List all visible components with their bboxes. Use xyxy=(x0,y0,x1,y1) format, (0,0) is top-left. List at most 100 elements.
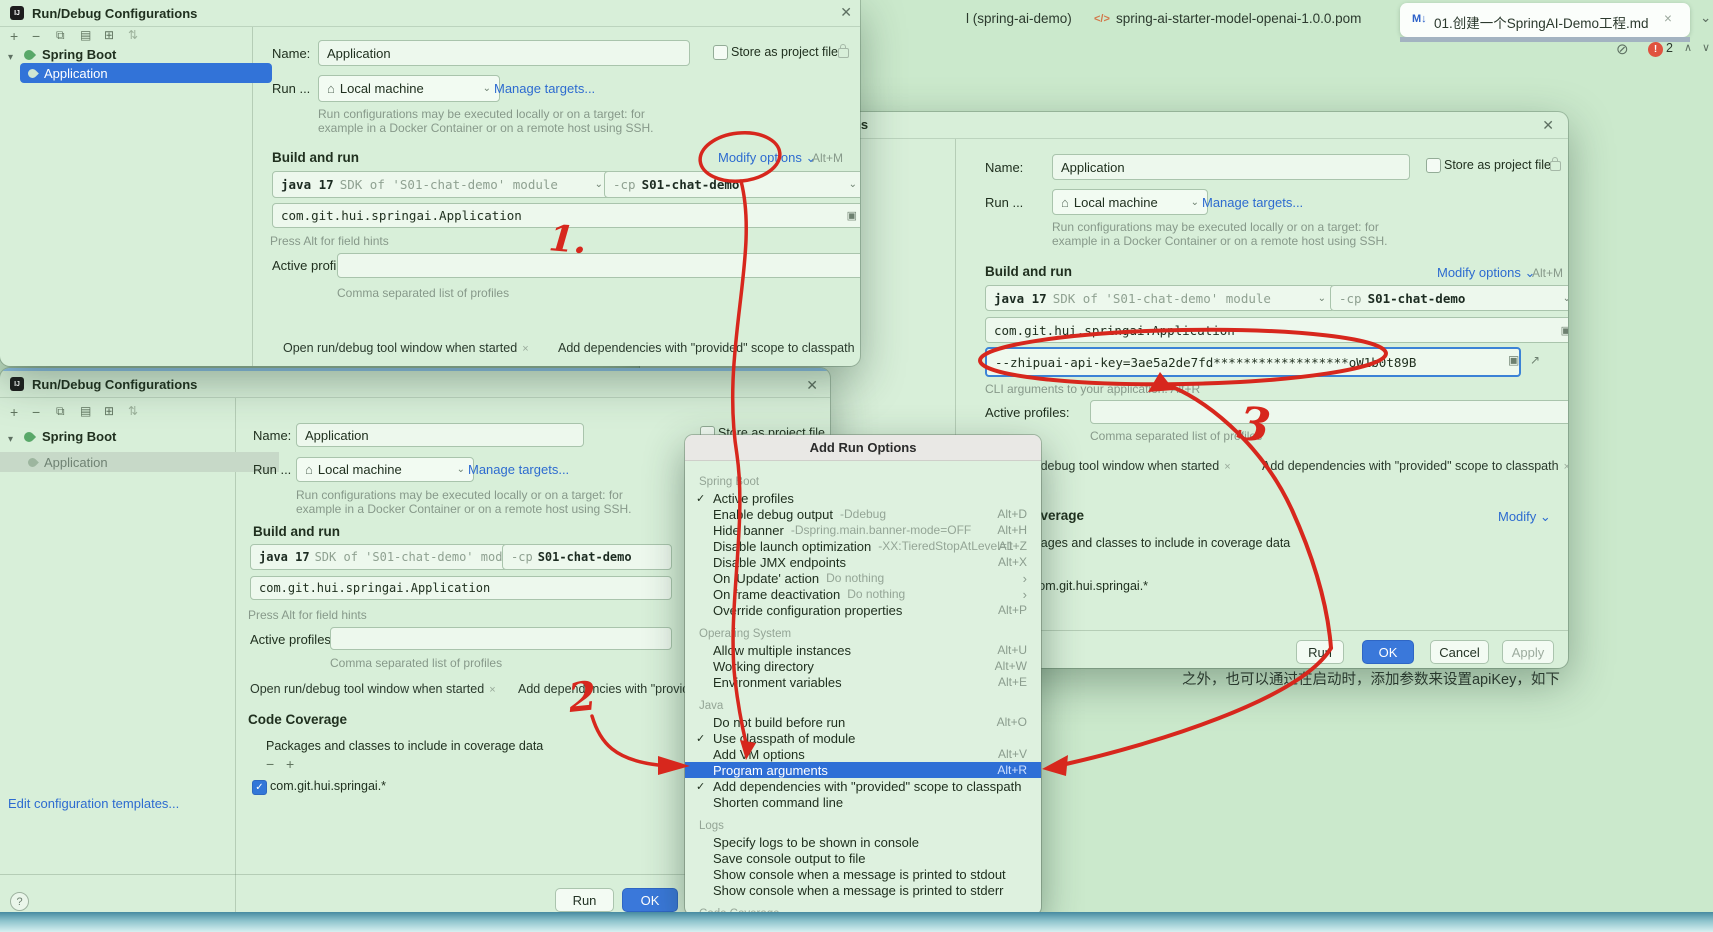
edit-templates-link[interactable]: Edit configuration templates... xyxy=(8,796,179,811)
name-input[interactable]: Application xyxy=(296,423,584,447)
menu-item[interactable]: ✓ Add dependencies with "provided" scope… xyxy=(685,778,1041,794)
program-arguments-input[interactable]: --zhipuai-api-key=3ae5a2de7fd***********… xyxy=(985,347,1521,377)
coverage-modify-link[interactable]: Modify ⌄ xyxy=(1498,509,1551,525)
remove-icon[interactable]: × xyxy=(1564,461,1568,473)
toggle-open-run-window[interactable]: Open run/debug tool window when started× xyxy=(250,682,496,696)
tree-item-application[interactable]: Application xyxy=(20,63,272,83)
tab-list-chevron-icon[interactable]: ⌄ xyxy=(1700,10,1711,26)
jdk-select[interactable]: java 17 SDK of 'S01-chat-demo' module ⌄ xyxy=(985,285,1335,311)
menu-item[interactable]: Show console when a message is printed t… xyxy=(685,866,1041,882)
manage-targets-link[interactable]: Manage targets... xyxy=(468,462,569,477)
remove-icon[interactable]: × xyxy=(1224,461,1230,473)
jdk-select[interactable]: java 17 SDK of 'S01-chat-demo' module ⌄ xyxy=(272,171,612,198)
toggle-open-run-window[interactable]: Open run/debug tool window when started× xyxy=(283,341,529,355)
menu-item[interactable]: Program arguments Alt+R xyxy=(685,762,1041,778)
inspections-off-icon[interactable]: ⊘ xyxy=(1616,40,1629,58)
main-class-input[interactable]: com.git.hui.springai.Application ▣ xyxy=(985,317,1568,343)
name-input[interactable]: Application xyxy=(1052,154,1410,180)
close-icon[interactable]: ✕ xyxy=(806,377,818,394)
menu-item[interactable]: Show console when a message is printed t… xyxy=(685,882,1041,898)
menu-item[interactable]: Hide banner -Dspring.main.banner-mode=OF… xyxy=(685,522,1041,538)
next-error-icon[interactable]: ∨ xyxy=(1702,41,1710,54)
menu-item[interactable]: Working directory Alt+W xyxy=(685,658,1041,674)
main-class-input[interactable]: com.git.hui.springai.Application ▣ xyxy=(272,203,860,228)
modify-options-link[interactable]: Modify options ⌄ xyxy=(1437,265,1535,281)
menu-item[interactable]: Operating System xyxy=(685,626,1041,642)
remove-icon[interactable]: × xyxy=(522,343,528,355)
close-icon[interactable]: ✕ xyxy=(1542,117,1554,134)
active-profiles-input[interactable] xyxy=(330,627,672,650)
classpath-select[interactable]: -cp S01-chat-demo ⌄ xyxy=(604,171,860,198)
manage-targets-link[interactable]: Manage targets... xyxy=(494,81,595,96)
menu-item[interactable]: Save console output to file xyxy=(685,850,1041,866)
browse-icon[interactable]: ▣ xyxy=(841,209,857,222)
remove-icon[interactable]: × xyxy=(489,684,495,696)
menu-item[interactable]: Do not build before run Alt+O xyxy=(685,714,1041,730)
copy-config-icon[interactable]: ⧉ xyxy=(56,404,65,419)
menu-item[interactable]: Disable JMX endpoints Alt+X xyxy=(685,554,1041,570)
main-class-input[interactable]: com.git.hui.springai.Application xyxy=(250,576,672,600)
tab-close-icon[interactable]: × xyxy=(1664,11,1672,26)
error-badge-icon[interactable]: ! xyxy=(1648,42,1663,57)
tab-project[interactable]: l (spring-ai-demo) xyxy=(966,11,1072,26)
close-icon[interactable]: ✕ xyxy=(840,4,852,21)
active-profiles-input[interactable] xyxy=(337,253,860,278)
menu-item[interactable]: Add VM options Alt+V xyxy=(685,746,1041,762)
run-button[interactable]: Run xyxy=(1296,640,1344,664)
ok-button[interactable]: OK xyxy=(622,888,678,912)
classpath-select[interactable]: -cp S01-chat-demo ⌄ xyxy=(1330,285,1568,311)
tree-item-spring-boot[interactable]: Spring Boot xyxy=(42,47,116,62)
tab-markdown[interactable]: M↓ 01.创建一个SpringAI-Demo工程.md × xyxy=(1400,3,1690,37)
classpath-select[interactable]: -cp S01-chat-demo xyxy=(502,544,672,570)
store-as-project-checkbox[interactable] xyxy=(1426,158,1441,173)
ok-button[interactable]: OK xyxy=(1362,640,1414,664)
menu-item[interactable]: Java xyxy=(685,698,1041,714)
new-folder-icon[interactable]: ⊞ xyxy=(104,404,114,418)
add-config-icon[interactable]: + xyxy=(10,28,18,44)
menu-item[interactable]: Allow multiple instances Alt+U xyxy=(685,642,1041,658)
menu-item[interactable]: Shorten command line xyxy=(685,794,1041,810)
menu-item[interactable]: ✓ Active profiles xyxy=(685,490,1041,506)
run-button[interactable]: Run xyxy=(555,888,614,912)
menu-item[interactable]: Specify logs to be shown in console xyxy=(685,834,1041,850)
name-input[interactable]: Application xyxy=(318,40,690,66)
remove-pattern-icon[interactable]: − xyxy=(266,756,274,772)
tab-pom[interactable]: spring-ai-starter-model-openai-1.0.0.pom xyxy=(1116,11,1361,26)
prev-error-icon[interactable]: ∧ xyxy=(1684,41,1692,54)
browse-icon[interactable]: ▣ xyxy=(1555,324,1568,337)
menu-item[interactable]: Override configuration properties Alt+P xyxy=(685,602,1041,618)
add-pattern-icon[interactable]: + xyxy=(286,756,294,772)
tree-item-application[interactable]: Application xyxy=(0,452,279,472)
tree-expand-icon[interactable]: ▾ xyxy=(8,434,13,445)
remove-config-icon[interactable]: − xyxy=(32,404,40,420)
menu-item[interactable]: Environment variables Alt+E xyxy=(685,674,1041,690)
menu-item[interactable]: Enable debug output -Ddebug Alt+D xyxy=(685,506,1041,522)
modify-options-link[interactable]: Modify options ⌄ xyxy=(718,150,816,166)
target-select[interactable]: ⌂ Local machine ⌄ xyxy=(1052,189,1208,215)
copy-config-icon[interactable]: ⧉ xyxy=(56,28,65,43)
target-select[interactable]: ⌂ Local machine ⌄ xyxy=(296,457,474,482)
jdk-select[interactable]: java 17 SDK of 'S01-chat-demo' module ⌄ xyxy=(250,544,508,570)
toggle-provided-scope[interactable]: Add dependencies with "provided" scope t… xyxy=(558,341,860,355)
add-config-icon[interactable]: + xyxy=(10,404,18,420)
store-as-project-checkbox[interactable] xyxy=(713,45,728,60)
save-config-icon[interactable]: ▤ xyxy=(80,28,91,42)
tree-item-spring-boot[interactable]: Spring Boot xyxy=(42,429,116,444)
menu-item[interactable]: ✓ Use classpath of module xyxy=(685,730,1041,746)
menu-item[interactable]: Disable launch optimization -XX:TieredSt… xyxy=(685,538,1041,554)
new-folder-icon[interactable]: ⊞ xyxy=(104,28,114,42)
menu-item[interactable]: Spring Boot xyxy=(685,474,1041,490)
coverage-pattern-checkbox[interactable]: ✓ xyxy=(252,780,267,795)
target-select[interactable]: ⌂ Local machine ⌄ xyxy=(318,75,500,102)
save-config-icon[interactable]: ▤ xyxy=(80,404,91,418)
remove-config-icon[interactable]: − xyxy=(32,28,40,44)
menu-item[interactable]: On frame deactivation Do nothing › xyxy=(685,586,1041,602)
toggle-provided-scope[interactable]: Add dependencies with "provided" scope t… xyxy=(1262,459,1568,473)
menu-item[interactable]: Logs xyxy=(685,818,1041,834)
menu-item[interactable]: On 'Update' action Do nothing › xyxy=(685,570,1041,586)
active-profiles-input[interactable] xyxy=(1090,400,1568,424)
expand-field-icon[interactable]: ↗ xyxy=(1530,353,1540,367)
cancel-button[interactable]: Cancel xyxy=(1430,640,1489,664)
browse-icon[interactable]: ▣ xyxy=(1508,353,1519,367)
help-icon[interactable]: ? xyxy=(10,892,29,911)
